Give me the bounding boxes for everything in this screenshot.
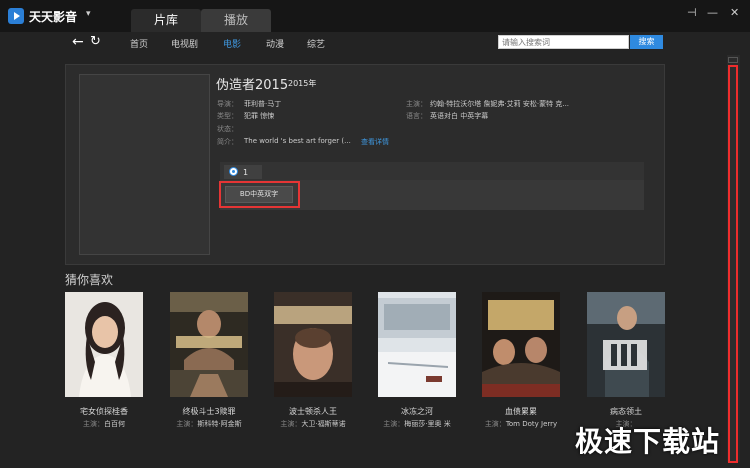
source-number: 1 [243, 168, 249, 177]
pin-icon[interactable]: ⊣ [687, 6, 697, 19]
search-input[interactable] [498, 35, 629, 49]
recommend-poster[interactable] [587, 292, 665, 397]
type-label: 类型： [217, 112, 238, 120]
recommend-title[interactable]: 波士顿杀人王 [264, 406, 362, 417]
app-logo-icon [8, 8, 24, 24]
app-name: 天天影音 [29, 10, 78, 24]
actors-value: 约翰·特拉沃尔塔 詹妮弗·艾莉 安松·蒙特 克... [430, 100, 570, 108]
scroll-up-button[interactable] [728, 57, 738, 63]
radio-selected-icon[interactable] [229, 167, 238, 176]
recommend-cast: 主演：梅丽莎·里奥 米 [383, 420, 451, 428]
close-icon[interactable]: ✕ [730, 6, 739, 19]
search-button[interactable]: 搜索 [630, 35, 663, 49]
recommend-cast: 主演：Tom Doty Jerry [484, 420, 558, 428]
language-label: 语言： [406, 112, 427, 120]
director-label: 导演： [217, 100, 238, 108]
episode-button[interactable]: BD中英双字 [225, 186, 293, 203]
nav-item-home[interactable]: 首页 [130, 37, 148, 50]
language-value: 英语对白 中英字幕 [430, 112, 489, 120]
nav-item-variety[interactable]: 综艺 [307, 37, 325, 50]
nav-item-tv[interactable]: 电视剧 [171, 37, 198, 50]
refresh-icon[interactable]: ↻ [90, 32, 101, 52]
recommend-poster[interactable] [170, 292, 248, 397]
scrollbar-thumb[interactable] [728, 65, 738, 463]
type-value: 犯罪 惊悚 [244, 112, 275, 120]
watermark: 极速下载站 [575, 425, 721, 458]
source-bar [220, 162, 644, 180]
director-value: 菲利普·马丁 [244, 100, 282, 108]
tab-play[interactable]: 播放 [201, 9, 271, 32]
recommend-title[interactable]: 冰冻之河 [368, 406, 466, 417]
movie-title: 伪造者2015 [216, 78, 289, 93]
recommend-cast: 主演：大卫·福斯蒂诺 [280, 420, 346, 428]
recommend-poster[interactable] [65, 292, 143, 397]
recommend-title[interactable]: 宅女侦探桂香 [55, 406, 153, 417]
status-label: 状态： [217, 125, 238, 133]
recommend-heading: 猜你喜欢 [65, 273, 114, 287]
synopsis-value: The world 's best art forger (... [244, 137, 351, 145]
recommend-poster[interactable] [274, 292, 352, 397]
tab-library[interactable]: 片库 [131, 9, 201, 32]
recommend-poster[interactable] [378, 292, 456, 397]
synopsis-label: 简介： [217, 138, 238, 146]
minimize-icon[interactable]: — [707, 6, 718, 19]
recommend-cast: 主演：白百何 [83, 420, 125, 428]
actors-label: 主演： [406, 100, 427, 108]
app-menu-chevron-down-icon[interactable]: ▾ [86, 9, 91, 19]
movie-poster [79, 74, 210, 255]
nav-bar: ← ↻ 首页 电视剧 电影 动漫 综艺 搜索 [0, 32, 750, 55]
recommend-poster[interactable] [482, 292, 560, 397]
back-arrow-icon[interactable]: ← [72, 32, 84, 52]
nav-item-movie[interactable]: 电影 [223, 37, 241, 50]
recommend-title[interactable]: 病态领土 [577, 406, 675, 417]
nav-item-anime[interactable]: 动漫 [266, 37, 284, 50]
recommend-cast: 主演：斯科特·阿金斯 [176, 420, 242, 428]
recommend-title[interactable]: 终极斗士3赎罪 [160, 406, 258, 417]
movie-year: 2015年 [288, 79, 317, 88]
view-details-link[interactable]: 查看详情 [361, 137, 389, 147]
recommend-title[interactable]: 血债累累 [472, 406, 570, 417]
title-bar: 天天影音 ▾ 片库 播放 ⊣ — ✕ [0, 0, 750, 32]
